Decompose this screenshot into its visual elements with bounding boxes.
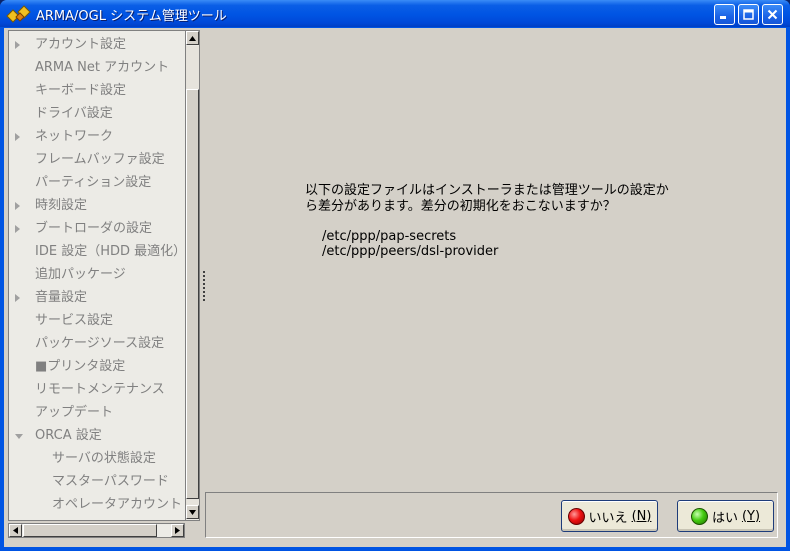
tree-item-label: マスターパスワード [52, 474, 169, 489]
tree-item[interactable]: パーティション設定 [9, 172, 185, 194]
button-panel: いいえ (N) はい (Y) [205, 492, 778, 538]
tree-item[interactable]: リモートメンテナンス [9, 379, 185, 401]
file-path: /etc/ppp/pap-secrets [322, 229, 457, 244]
tree-item-label: IDE 設定（HDD 最適化） [35, 244, 185, 259]
expander-expanded-icon[interactable] [15, 434, 23, 439]
tree-item[interactable]: 音量設定 [9, 287, 185, 309]
tree-item-label: オペレータアカウント [52, 497, 183, 512]
yes-button-label: はい [711, 510, 738, 526]
expander-collapsed-icon[interactable] [15, 294, 20, 302]
minimize-button[interactable] [714, 4, 735, 25]
message-line-2: ら差分があります。差分の初期化をおこないますか？ [305, 199, 616, 214]
tree-item-label: パッケージソース設定 [35, 336, 165, 351]
tree-item-label: ■プリンタ設定 [35, 359, 126, 374]
tree-item[interactable]: ブートローダの設定 [9, 218, 185, 240]
app-logo-icon [6, 5, 31, 23]
tree-item-label: ORCA 設定 [35, 428, 102, 443]
tree-item-label: アップデート [35, 405, 114, 420]
tree-item-label: 時刻設定 [35, 198, 88, 213]
expander-collapsed-icon[interactable] [15, 225, 20, 233]
tree-item[interactable]: ■プリンタ設定 [9, 356, 185, 378]
no-button-label: いいえ [588, 510, 628, 526]
arrow-right-icon [175, 527, 180, 534]
settings-tree: アカウント設定 ARMA Net アカウント キーボード設定 ドライバ設定 ネットワーク… [8, 30, 185, 521]
close-icon [767, 9, 778, 20]
message-line-1: 以下の設定ファイルはインストーラまたは管理ツールの設定か [305, 183, 669, 198]
tree-item-label: リモートメンテナンス [35, 382, 165, 397]
tree-item[interactable]: パッケージソース設定 [9, 333, 185, 355]
window-title: ARMA/OGL システム管理ツール [36, 9, 227, 24]
file-list: /etc/ppp/pap-secrets /etc/ppp/peers/dsl-… [322, 229, 498, 259]
tree-item-label: キーボード設定 [35, 83, 127, 98]
expander-collapsed-icon[interactable] [15, 202, 20, 210]
tree-item-label: パーティション設定 [35, 175, 152, 190]
tree-item[interactable]: アカウント設定 [9, 34, 185, 56]
pane-splitter-handle[interactable] [201, 271, 207, 303]
tree-item[interactable]: ネットワーク [9, 126, 185, 148]
tree-item[interactable]: ドライバ設定 [9, 103, 185, 125]
green-circle-icon [690, 507, 708, 525]
tree-item-label: サーバの状態設定 [52, 451, 156, 466]
arrow-up-icon [189, 35, 196, 41]
tree-item-label: サービス設定 [35, 313, 114, 328]
arrow-down-icon [189, 509, 196, 515]
tree-item[interactable]: IDE 設定（HDD 最適化） [9, 241, 185, 263]
tree-item-label: ARMA Net アカウント [35, 60, 170, 75]
no-button-accelerator: (N) [631, 508, 652, 524]
tree-item[interactable]: マスターパスワード [9, 471, 185, 493]
close-button[interactable] [762, 4, 783, 25]
app-window: ARMA/OGL システム管理ツール アカウント設定 ARMA Net アカウント… [0, 0, 790, 551]
yes-button-accelerator: (Y) [741, 508, 761, 524]
tree-item-label: アカウント設定 [35, 37, 127, 52]
tree-item[interactable]: サーバの状態設定 [9, 448, 185, 470]
tree-item-label: 追加パッケージ [35, 267, 126, 282]
tree-item[interactable]: ARMA Net アカウント [9, 57, 185, 79]
scroll-down-button[interactable] [186, 505, 199, 519]
tree-horizontal-scrollbar[interactable] [8, 523, 185, 538]
red-circle-icon [567, 507, 585, 525]
scroll-up-button[interactable] [186, 31, 199, 45]
tree-item-label: フレームバッファ設定 [35, 152, 165, 167]
maximize-icon [743, 9, 754, 20]
file-path: /etc/ppp/peers/dsl-provider [322, 244, 499, 259]
tree-item[interactable]: フレームバッファ設定 [9, 149, 185, 171]
scroll-thumb[interactable] [186, 89, 199, 499]
client-area: アカウント設定 ARMA Net アカウント キーボード設定 ドライバ設定 ネットワーク… [4, 28, 786, 547]
tree-item-label: ブートローダの設定 [35, 221, 153, 236]
arrow-left-icon [13, 527, 18, 534]
maximize-button[interactable] [738, 4, 759, 25]
title-bar[interactable]: ARMA/OGL システム管理ツール [0, 0, 790, 27]
scroll-left-button[interactable] [9, 524, 22, 537]
minimize-icon [720, 16, 726, 19]
expander-collapsed-icon[interactable] [15, 133, 20, 141]
scroll-thumb-horizontal[interactable] [23, 524, 157, 537]
tree-item[interactable]: キーボード設定 [9, 80, 185, 102]
confirmation-message: 以下の設定ファイルはインストーラまたは管理ツールの設定か ら差分があります。差分… [305, 183, 725, 215]
tree-item[interactable]: 追加パッケージ [9, 264, 185, 286]
expander-collapsed-icon[interactable] [15, 41, 20, 49]
tree-item[interactable]: ORCA 設定 [9, 425, 185, 447]
tree-item[interactable]: 時刻設定 [9, 195, 185, 217]
no-button[interactable]: いいえ (N) [561, 500, 658, 532]
scroll-right-button[interactable] [171, 524, 184, 537]
tree-item[interactable]: サービス設定 [9, 310, 185, 332]
yes-button[interactable]: はい (Y) [677, 500, 774, 532]
tree-item-label: ドライバ設定 [35, 106, 113, 121]
tree-item[interactable]: アップデート [9, 402, 185, 424]
tree-item-label: 音量設定 [35, 290, 88, 305]
tree-item-label: ネットワーク [35, 129, 114, 144]
tree-item[interactable]: オペレータアカウント [9, 494, 185, 516]
tree-vertical-scrollbar[interactable] [185, 30, 200, 521]
